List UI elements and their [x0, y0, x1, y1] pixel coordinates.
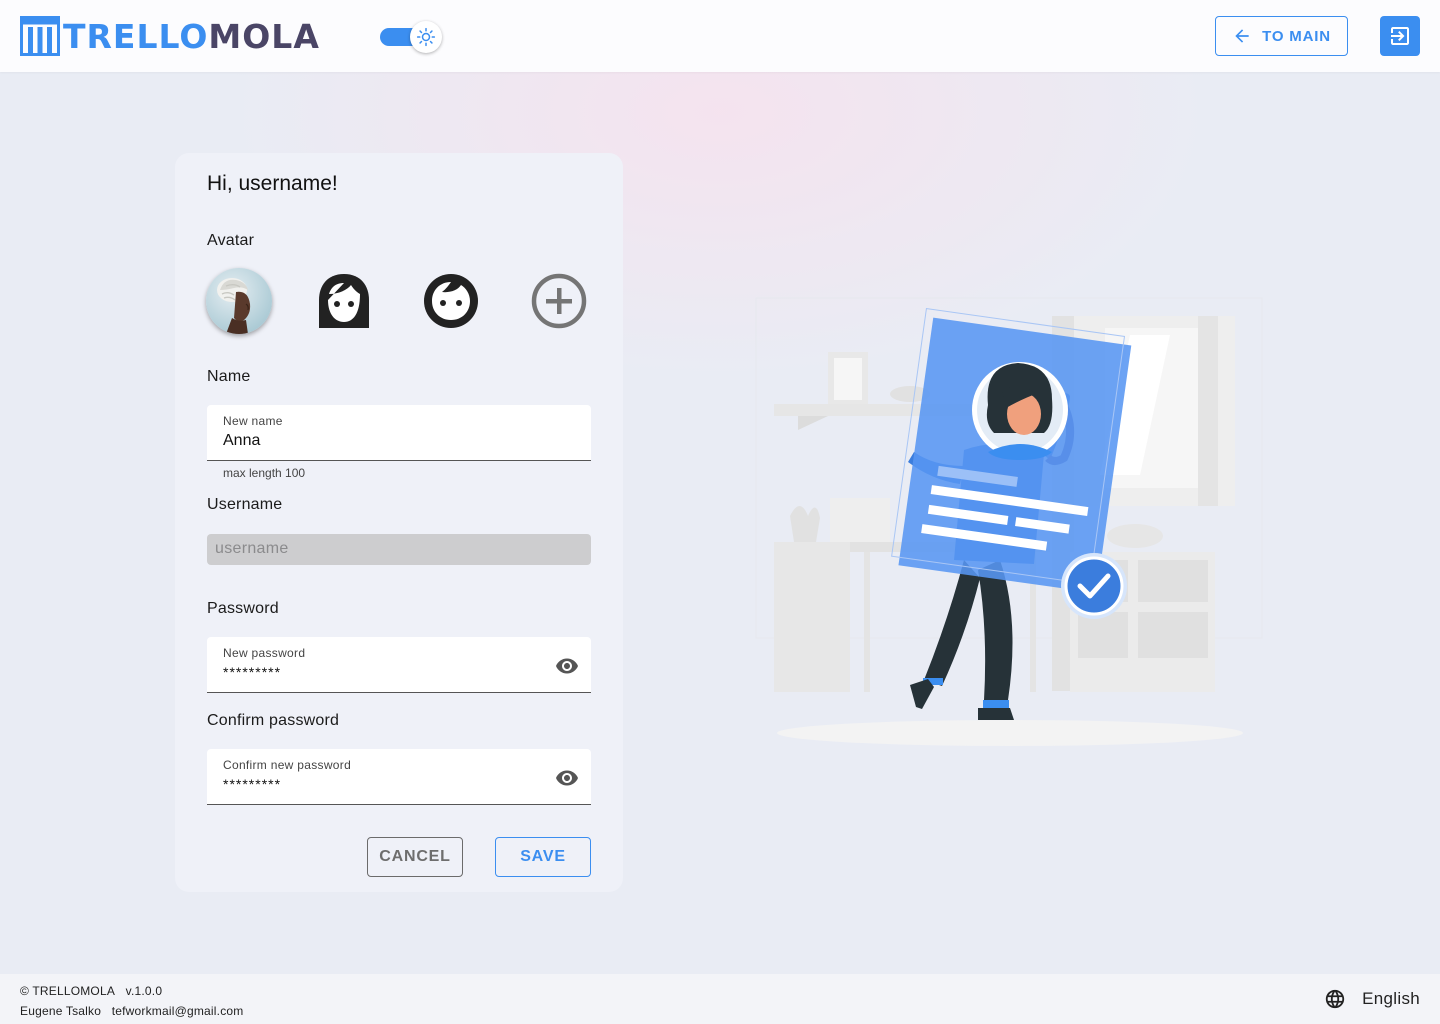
author-name: Eugene Tsalko	[20, 1004, 102, 1018]
female-face-icon[interactable]	[313, 270, 375, 332]
name-field[interactable]: New name Anna	[207, 405, 591, 461]
username-placeholder: username	[215, 540, 289, 557]
language-selector[interactable]: English	[1324, 988, 1420, 1010]
logo-text: TRELLOMOLA	[63, 17, 320, 56]
confirm-password-field-label: Confirm new password	[223, 758, 352, 772]
password-field-value: *********	[223, 664, 282, 680]
logo-text-blue: TRELLO	[63, 16, 209, 56]
logo-board-icon	[20, 16, 60, 56]
version-text: v.1.0.0	[125, 984, 163, 998]
password-field[interactable]: New password *********	[207, 637, 591, 693]
author-email[interactable]: tefworkmail@gmail.com	[112, 1004, 244, 1018]
footer-author-line: Eugene Tsalko tefworkmail@gmail.com	[20, 1004, 243, 1018]
arrow-left-icon	[1235, 29, 1249, 43]
add-circle-icon[interactable]	[528, 270, 590, 332]
logo-text-dark: MOLA	[208, 16, 320, 56]
theme-toggle[interactable]	[378, 20, 446, 54]
username-label: Username	[207, 496, 283, 513]
name-field-label: New name	[223, 414, 283, 428]
logout-button[interactable]	[1380, 16, 1420, 56]
copyright-text: © TRELLOMOLA	[20, 984, 116, 998]
footer-copyright-line: © TRELLOMOLA v.1.0.0	[20, 984, 162, 998]
eye-icon[interactable]	[555, 766, 579, 790]
confirm-password-field[interactable]: Confirm new password *********	[207, 749, 591, 805]
male-face-icon[interactable]	[420, 270, 482, 332]
profile-card: Hi, username! Avatar Name New name Anna …	[175, 153, 623, 892]
password-label: Password	[207, 600, 279, 617]
eye-icon[interactable]	[555, 654, 579, 678]
theme-toggle-knob	[410, 21, 442, 53]
name-field-value: Anna	[223, 432, 261, 449]
globe-icon	[1325, 989, 1345, 1009]
avatar-label: Avatar	[207, 232, 255, 249]
to-main-button[interactable]: TO MAIN	[1215, 16, 1348, 56]
language-label: English	[1362, 989, 1420, 1008]
greeting-title: Hi, username!	[207, 172, 338, 195]
confirm-password-field-value: *********	[223, 776, 282, 792]
name-label: Name	[207, 368, 251, 385]
logout-icon	[1391, 27, 1409, 45]
name-helper-text: max length 100	[223, 466, 306, 480]
app-footer: © TRELLOMOLA v.1.0.0 Eugene Tsalko tefwo…	[0, 974, 1440, 1024]
confirm-password-label: Confirm password	[207, 712, 340, 729]
to-main-label: TO MAIN	[1262, 27, 1331, 45]
password-field-label: New password	[223, 646, 306, 660]
photo-avatar[interactable]	[206, 268, 272, 334]
app-logo[interactable]: TRELLOMOLA	[20, 16, 320, 56]
profile-illustration	[755, 297, 1263, 746]
app-header: TRELLOMOLA TO MAIN	[0, 0, 1440, 72]
photo-avatar-image	[206, 268, 272, 334]
save-button[interactable]: SAVE	[495, 837, 591, 877]
sun-icon	[416, 27, 436, 47]
username-field: username	[207, 534, 591, 565]
cancel-button[interactable]: CANCEL	[367, 837, 463, 877]
